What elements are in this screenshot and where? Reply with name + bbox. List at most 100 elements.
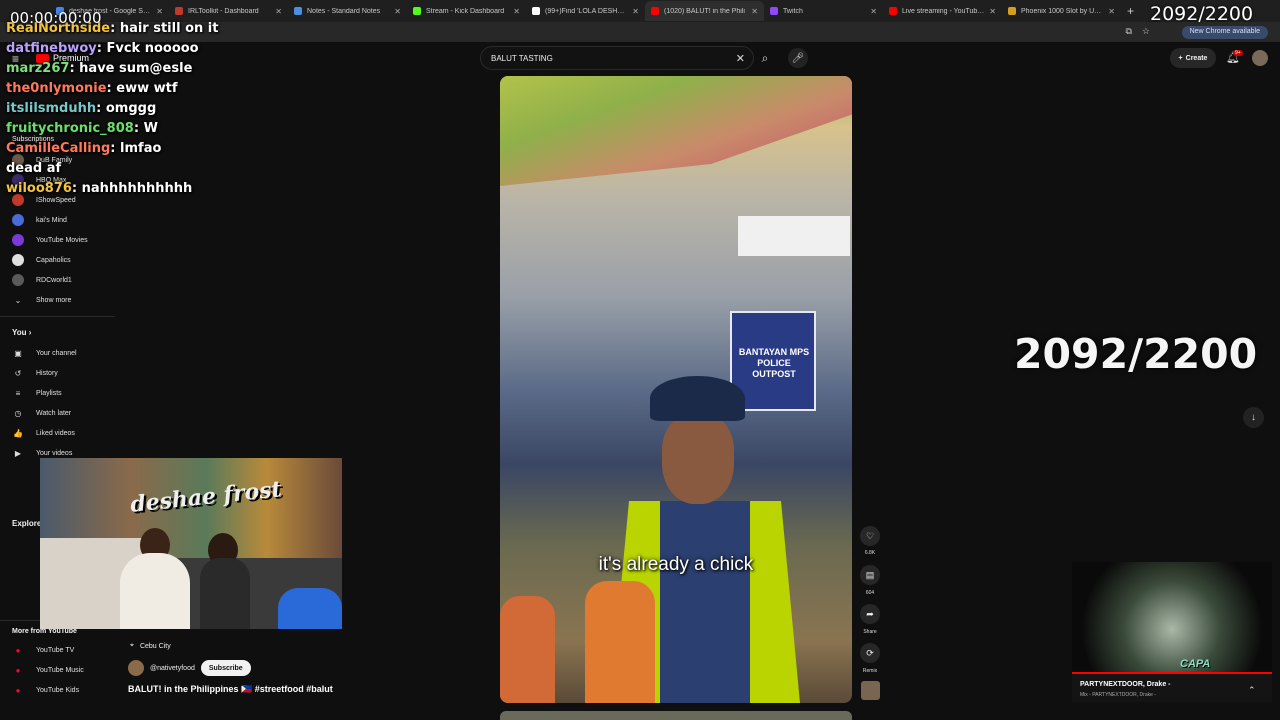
tab-favicon-icon [175,7,183,15]
chat-username: datfinebwoy [6,41,97,56]
video-caption: it's already a chick [598,554,754,575]
location-chip[interactable]: ⌖ Cebu City [130,638,171,654]
search-icon[interactable]: ⌕ [754,46,776,70]
browser-tab[interactable]: Live streaming - YouTube Stu ✕ [883,1,1002,21]
tab-close-icon[interactable]: ✕ [1108,7,1115,16]
subscribe-button[interactable]: Subscribe [200,660,251,676]
user-square-icon: ▣ [14,348,22,358]
officer-cap [650,376,745,421]
browser-tab[interactable]: Twitch ✕ [764,1,883,21]
sidebar-you-heading[interactable]: You › [12,328,31,337]
youtube-app-icon: ● [15,685,21,695]
sidebar-you-item[interactable]: ≡ Playlists [12,387,62,399]
sidebar-subscription-item[interactable]: YouTube Movies [12,234,88,246]
like-count: 6.8K [864,550,876,556]
show-more-label: Show more [36,296,72,304]
chrome-update-button[interactable]: New Chrome available [1181,26,1268,39]
bookmark-star-icon[interactable]: ☆ [1142,26,1150,37]
channel-avatar [12,254,24,266]
tab-favicon-icon [651,7,659,15]
mini-player-logo: CAPA [1180,658,1211,670]
subscription-label: Capaholics [36,256,71,264]
sidebar-divider [0,316,115,317]
mini-player[interactable]: CAPA PARTYNEXTDOOR, Drake - Mix - PARTYN… [1072,562,1272,702]
youtube-app-icon: ● [15,665,21,675]
mini-player-video[interactable] [1072,562,1272,674]
tab-close-icon[interactable]: ✕ [513,7,520,16]
officer-face [662,414,734,504]
sidebar-you-item[interactable]: 👍 Liked videos [12,427,75,439]
chat-text: Fvck nooooo [106,41,199,56]
sidebar-show-more[interactable]: ⌄ Show more [12,294,72,306]
cast-icon[interactable]: ⧉ [1125,26,1131,37]
chat-text: have sum@esle [79,61,193,76]
chat-username: itslilsmduhh [6,101,97,116]
comment-count: 604 [865,590,875,596]
location-pin-icon: ⌖ [130,642,134,649]
stream-chat-overlay: RealNorthside: hair still on it datfinebw… [6,19,266,199]
mini-player-progress[interactable] [1072,672,1272,674]
microphone-icon[interactable]: 🎤︎ [788,48,808,68]
chat-separator: : [110,141,121,156]
tab-close-icon[interactable]: ✕ [632,7,639,16]
browser-tab[interactable]: (1020) BALUT! in the Phili ✕ [645,1,764,21]
create-button[interactable]: + Create [1170,48,1216,68]
sidebar-subscription-item[interactable]: RDCworld1 [12,274,72,286]
sidebar-subscription-item[interactable]: kai's Mind [12,214,67,226]
next-short-preview[interactable] [500,711,852,720]
sidebar-more-item[interactable]: ● YouTube TV [12,644,75,656]
chevron-up-icon[interactable]: ⌃ [1248,685,1256,696]
tab-close-icon[interactable]: ✕ [394,7,401,16]
sidebar-subscription-item[interactable]: Capaholics [12,254,71,266]
mini-player-title: PARTYNEXTDOOR, Drake - [1080,681,1171,688]
arrow-down-icon[interactable]: ↓ [1243,407,1264,428]
sidebar-you-item[interactable]: ↺ History [12,367,58,379]
share-icon[interactable]: ➦ [860,604,880,624]
browser-tab[interactable]: Phoenix 1000 Slot by Upperc ✕ [1002,1,1121,21]
browser-tab[interactable]: Stream - Kick Dashboard ✕ [407,1,526,21]
channel-avatar[interactable] [128,660,144,676]
tab-favicon-icon [889,7,897,15]
browser-tab[interactable]: Notes - Standard Notes ✕ [288,1,407,21]
clear-search-icon[interactable]: ✕ [736,52,745,65]
sidebar-you-item[interactable]: ▣ Your channel [12,347,77,359]
audio-thumbnail[interactable] [861,681,880,700]
sidebar-you-item[interactable]: ◷ Watch later [12,407,72,419]
subscription-label: RDCworld1 [36,276,72,284]
you-item-label: Your channel [36,349,77,357]
chat-username: fruitychronic_808 [6,121,134,136]
channel-handle[interactable]: @nativetyfood [150,665,195,672]
sidebar-more-item[interactable]: ● YouTube Kids [12,684,80,696]
account-avatar[interactable] [1252,50,1268,66]
browser-tab[interactable]: IRLToolkit - Dashboard ✕ [169,1,288,21]
chat-message: dead af [6,159,266,179]
tab-title: IRLToolkit - Dashboard [188,7,259,15]
chat-message: wiloo876: nahhhhhhhhhh [6,179,266,199]
playlists-icon: ≡ [15,388,21,398]
tab-close-icon[interactable]: ✕ [870,7,877,16]
video-title[interactable]: BALUT! in the Philippines 🇵🇭 #streetfood… [128,684,333,695]
youtube-app-icon: ● [15,645,21,655]
chevron-down-icon: ⌄ [14,295,22,305]
sidebar-more-heading: More from YouTube [12,628,77,635]
browser-tab[interactable]: (99+)Find 'LOLA DESHAE ST ✕ [526,1,645,21]
like-icon[interactable]: ♡ [860,526,880,546]
tab-title: Stream - Kick Dashboard [426,7,505,15]
tab-favicon-icon [1008,7,1016,15]
remix-icon[interactable]: ⟳ [860,643,880,663]
search-input[interactable]: BALUT TASTING ✕ [480,46,754,70]
tab-close-icon[interactable]: ✕ [989,7,996,16]
more-item-label: YouTube Kids [36,686,80,694]
sidebar-more-item[interactable]: ● YouTube Music [12,664,84,676]
tab-close-icon[interactable]: ✕ [751,7,758,16]
tab-close-icon[interactable]: ✕ [156,7,163,16]
tab-close-icon[interactable]: ✕ [275,7,282,16]
tab-title: Notes - Standard Notes [307,7,381,15]
comment-icon[interactable]: ▤ [860,565,880,585]
search-query: BALUT TASTING [491,53,553,63]
tab-title: Twitch [783,7,803,15]
plus-icon: + [1178,54,1183,62]
new-tab-button[interactable]: + [1127,4,1134,18]
guest-body [200,558,250,629]
shorts-video-player[interactable]: BANTAYAN MPS POLICE OUTPOST it's already… [500,76,852,703]
